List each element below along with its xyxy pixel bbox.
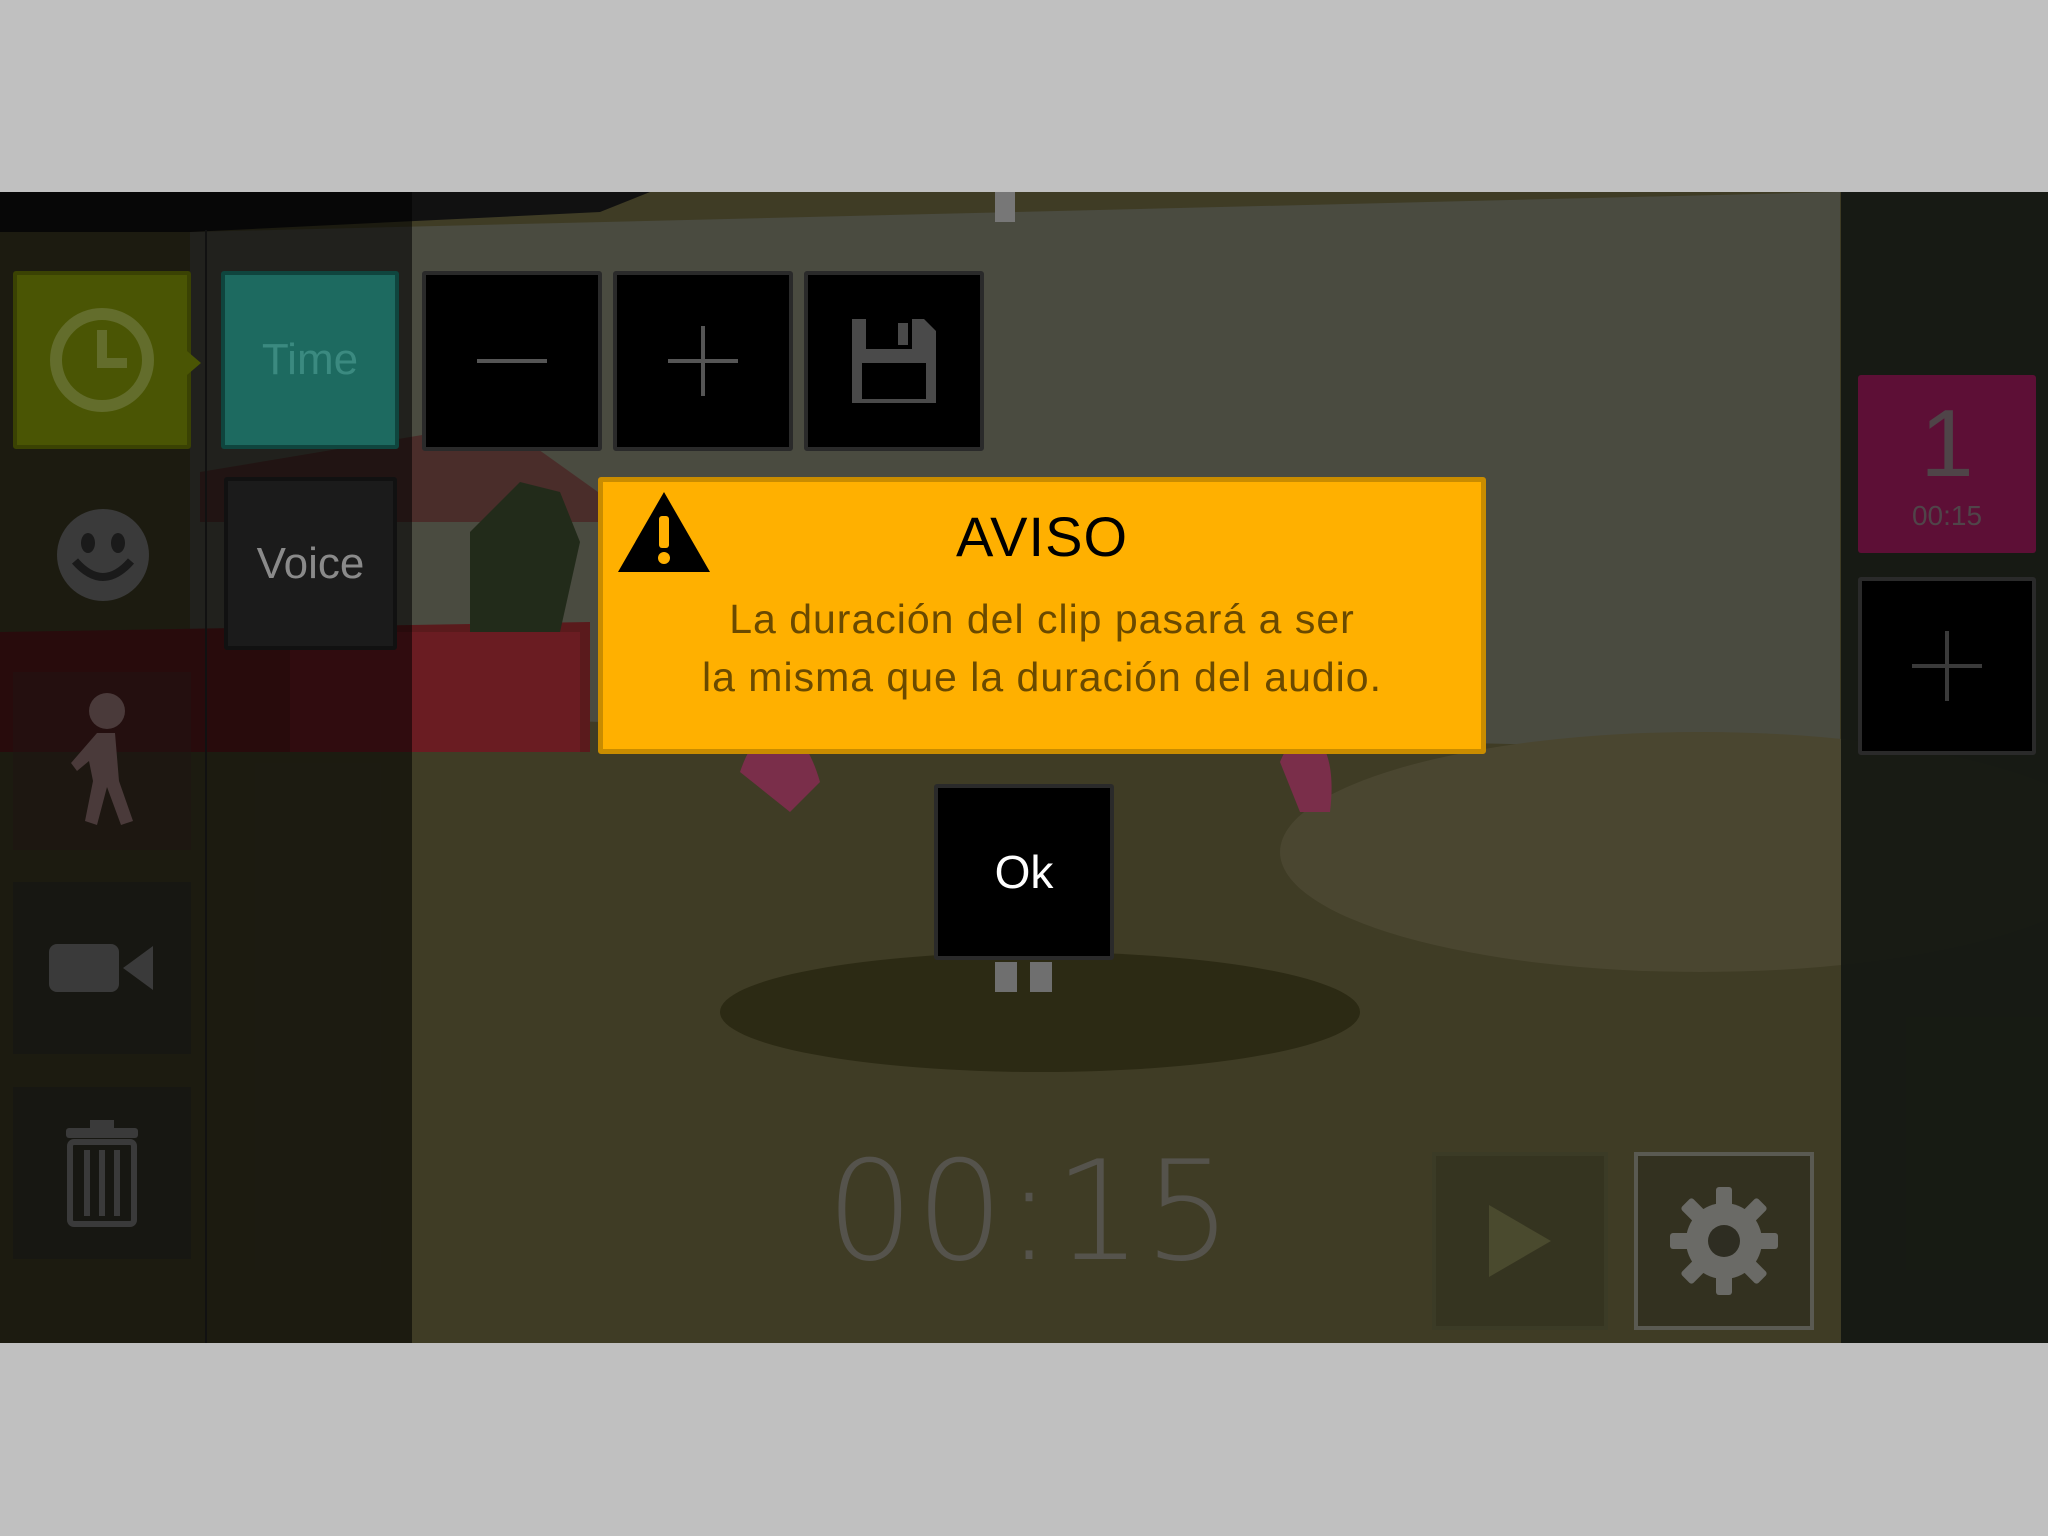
dialog-message-line2: la misma que la duración del audio. <box>702 654 1382 700</box>
clock-icon <box>50 308 154 412</box>
increase-time-button[interactable] <box>613 271 793 451</box>
walking-person-icon <box>71 693 133 825</box>
face-icon <box>57 509 149 601</box>
time-button[interactable]: Time <box>221 271 399 449</box>
camera-tool-button[interactable] <box>13 882 191 1054</box>
warning-dialog: AVISO La duración del clip pasará a ser … <box>598 477 1486 754</box>
minus-icon <box>477 359 547 363</box>
dialog-title: AVISO <box>955 505 1128 568</box>
face-tool-button[interactable] <box>40 492 166 618</box>
dialog-message-line1: La duración del clip pasará a ser <box>729 596 1355 642</box>
clip-timer: 00:15 <box>826 1131 1234 1292</box>
voice-button[interactable]: Voice <box>224 477 397 650</box>
ok-button-label: Ok <box>994 846 1054 898</box>
clip-number: 1 <box>1920 390 1974 497</box>
app-screen: Time Voice 1 00:15 00:15 AVISO La duraci… <box>0 192 2048 1343</box>
ok-button[interactable]: Ok <box>934 784 1114 960</box>
gear-icon <box>1670 1187 1778 1295</box>
play-icon <box>1489 1205 1551 1277</box>
plus-icon <box>668 326 738 396</box>
add-clip-button[interactable] <box>1858 577 2036 755</box>
floppy-disk-icon <box>852 319 936 403</box>
walk-tool-button[interactable] <box>13 672 191 850</box>
play-button[interactable] <box>1432 1152 1608 1330</box>
right-panel-overlay <box>1841 192 2048 1343</box>
time-button-label: Time <box>261 335 359 384</box>
clip-card[interactable]: 1 00:15 <box>1858 375 2036 553</box>
settings-button[interactable] <box>1634 1152 1814 1330</box>
trash-icon <box>66 1120 138 1227</box>
voice-button-label: Voice <box>256 538 365 588</box>
clip-duration: 00:15 <box>1911 500 1983 531</box>
save-button[interactable] <box>804 271 984 451</box>
clock-tool-button[interactable] <box>13 271 201 449</box>
plus-icon <box>1912 631 1982 701</box>
panel-divider <box>205 230 207 1343</box>
trash-tool-button[interactable] <box>13 1087 191 1259</box>
dialog-message: La duración del clip pasará a ser la mis… <box>603 590 1481 706</box>
decrease-time-button[interactable] <box>422 271 602 451</box>
video-camera-icon <box>49 944 153 992</box>
